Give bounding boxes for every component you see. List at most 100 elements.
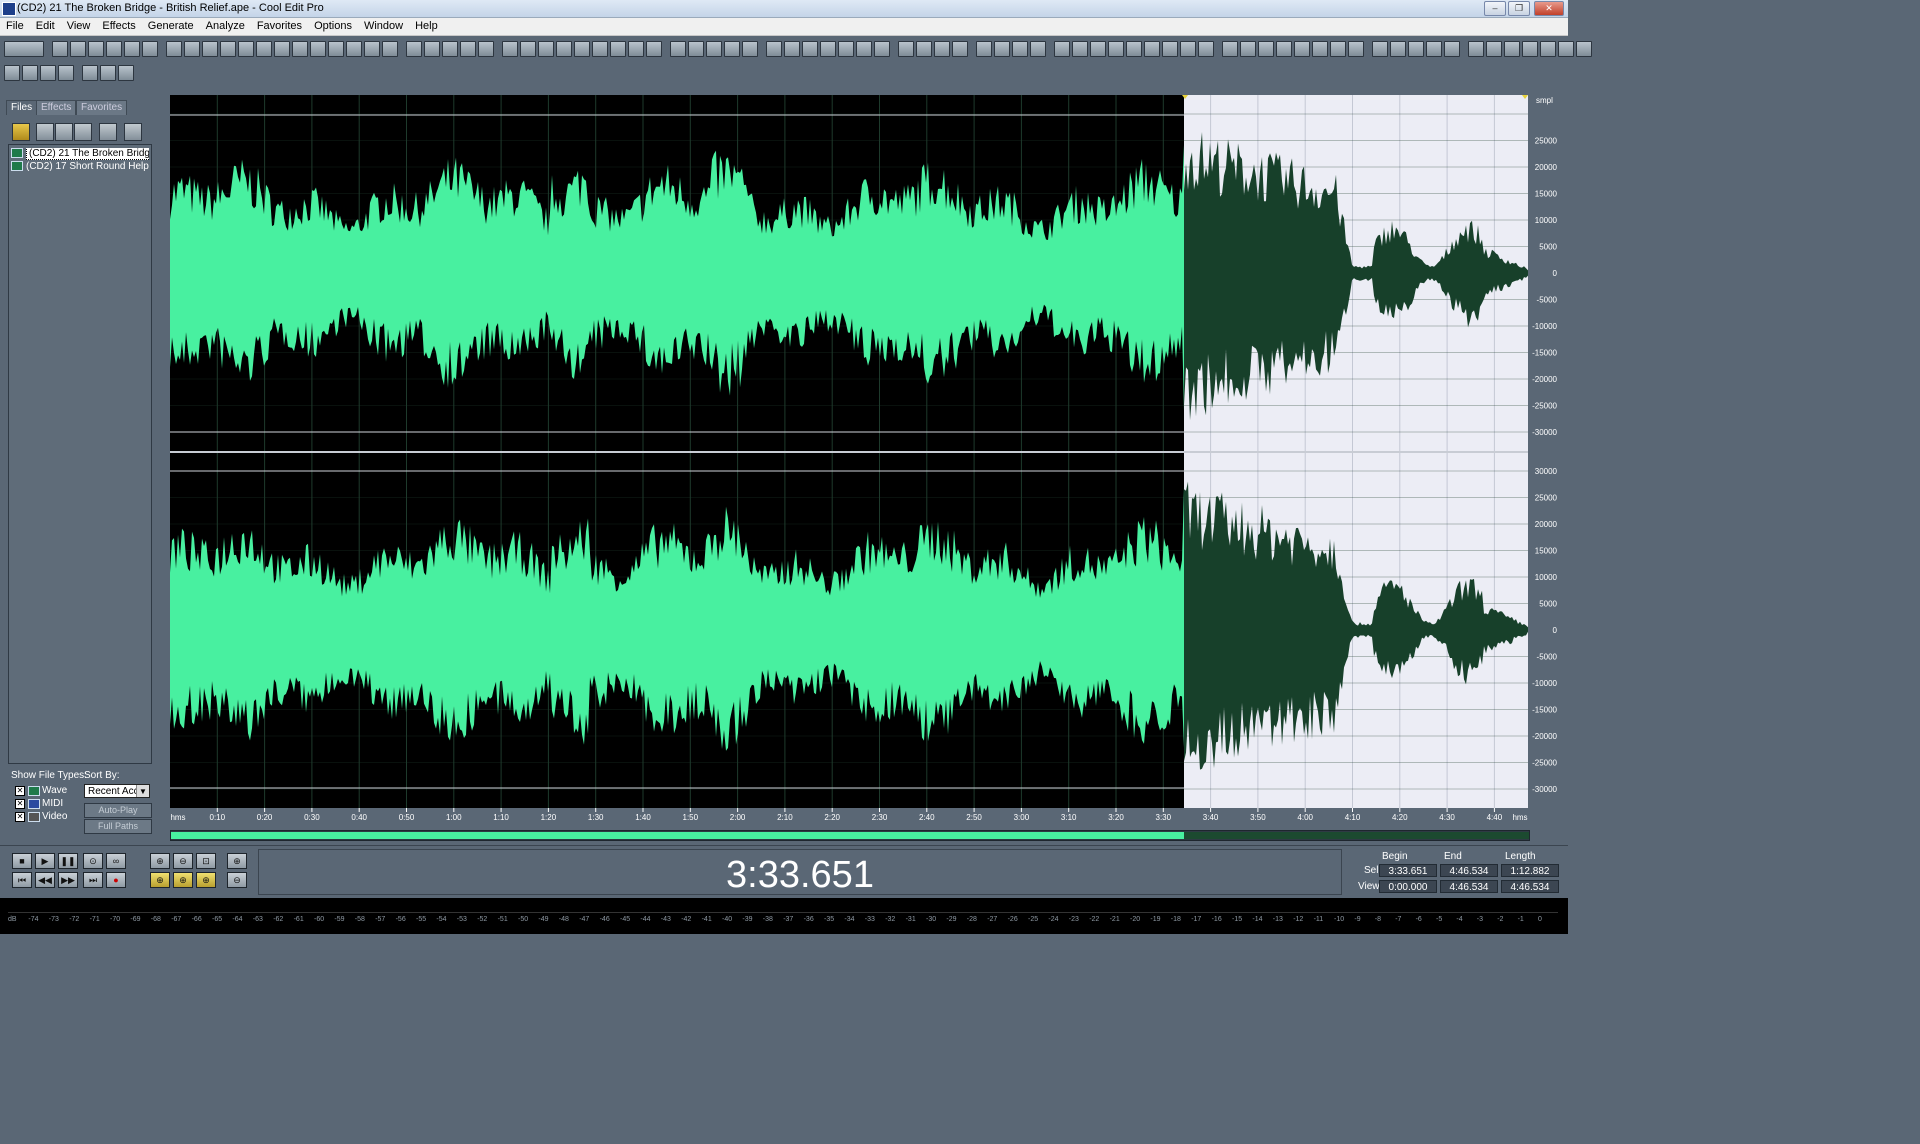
- toolbar-icon[interactable]: [574, 41, 590, 57]
- go-to-end-button[interactable]: ⏭: [83, 872, 103, 888]
- close-button[interactable]: ✕: [1534, 1, 1564, 16]
- toolbar-icon[interactable]: [856, 41, 872, 57]
- view-begin-field[interactable]: 0:00.000: [1379, 880, 1437, 893]
- toolbar-icon[interactable]: [1504, 41, 1520, 57]
- toolbar-icon[interactable]: [874, 41, 890, 57]
- toolbar-icon[interactable]: [4, 65, 20, 81]
- tab-effects[interactable]: Effects: [36, 100, 77, 115]
- menu-analyze[interactable]: Analyze: [200, 18, 251, 32]
- toolbar-icon[interactable]: [1108, 41, 1124, 57]
- toolbar-icon[interactable]: [1258, 41, 1274, 57]
- sel-end-field[interactable]: 4:46.534: [1440, 864, 1498, 877]
- zoom-in-vertical-icon[interactable]: ⊕: [227, 853, 247, 869]
- toolbar-icon[interactable]: [1576, 41, 1592, 57]
- toolbar-icon[interactable]: [406, 41, 422, 57]
- toolbar-icon[interactable]: [742, 41, 758, 57]
- toolbar-icon[interactable]: [52, 41, 68, 57]
- toolbar-icon[interactable]: [934, 41, 950, 57]
- toolbar-icon[interactable]: [952, 41, 968, 57]
- video-checkbox[interactable]: ✕: [15, 812, 25, 822]
- overview-bar[interactable]: [170, 830, 1530, 841]
- zoom-full-icon[interactable]: ⊡: [196, 853, 216, 869]
- toolbar-icon[interactable]: [1372, 41, 1388, 57]
- open-folder-icon[interactable]: [12, 123, 30, 141]
- toolbar-icon[interactable]: [628, 41, 644, 57]
- toolbar-icon[interactable]: [1522, 41, 1538, 57]
- view-length-field[interactable]: 4:46.534: [1501, 880, 1559, 893]
- toolbar-icon[interactable]: [100, 65, 116, 81]
- toolbar-icon[interactable]: [1276, 41, 1292, 57]
- toolbar-icon[interactable]: [1390, 41, 1406, 57]
- waveform-canvas[interactable]: smpl 25000 20000 15000 10000 5000 0 -5000 -10000…: [170, 95, 1560, 825]
- menu-favorites[interactable]: Favorites: [251, 18, 308, 32]
- toolbar-icon[interactable]: [1240, 41, 1256, 57]
- toolbar-icon[interactable]: [124, 41, 140, 57]
- list-item[interactable]: (CD2) 17 Short Round Help...: [11, 161, 149, 173]
- stop-button[interactable]: ■: [12, 853, 32, 869]
- menu-effects[interactable]: Effects: [96, 18, 141, 32]
- toolbar-icon[interactable]: [1222, 41, 1238, 57]
- toolbar-icon[interactable]: [976, 41, 992, 57]
- rewind-button[interactable]: ◀◀: [35, 872, 55, 888]
- toolbar-icon[interactable]: [898, 41, 914, 57]
- toolbar-icon[interactable]: [1030, 41, 1046, 57]
- insert-multitrack-icon[interactable]: [55, 123, 73, 141]
- help-icon[interactable]: [124, 123, 142, 141]
- toolbar-icon[interactable]: [820, 41, 836, 57]
- toolbar-icon[interactable]: [502, 41, 518, 57]
- toolbar-icon[interactable]: [1348, 41, 1364, 57]
- pause-button[interactable]: ❚❚: [58, 853, 78, 869]
- menu-window[interactable]: Window: [358, 18, 409, 32]
- toolbar-icon[interactable]: [1486, 41, 1502, 57]
- toolbar-icon[interactable]: [58, 65, 74, 81]
- toolbar-icon[interactable]: [1198, 41, 1214, 57]
- menu-file[interactable]: File: [0, 18, 30, 32]
- toolbar-icon[interactable]: [220, 41, 236, 57]
- list-item[interactable]: (CD2) 21 The Broken Bridg...: [11, 148, 149, 160]
- auto-play-button[interactable]: Auto-Play: [84, 803, 152, 818]
- toolbar-icon[interactable]: [238, 41, 254, 57]
- maximize-button[interactable]: ❐: [1508, 1, 1530, 16]
- sort-by-select[interactable]: Recent Acc ▼: [84, 784, 150, 798]
- play-button[interactable]: ▶: [35, 853, 55, 869]
- toolbar-icon[interactable]: [184, 41, 200, 57]
- zoom-to-right-icon[interactable]: ⊕: [173, 872, 193, 888]
- menu-view[interactable]: View: [61, 18, 97, 32]
- toolbar-icon[interactable]: [646, 41, 662, 57]
- waveform-display[interactable]: smpl 25000 20000 15000 10000 5000 0 -5000 -10000…: [170, 95, 1560, 825]
- toolbar-icon[interactable]: [364, 41, 380, 57]
- zoom-out-vertical-icon[interactable]: ⊖: [227, 872, 247, 888]
- toolbar-icon[interactable]: [166, 41, 182, 57]
- toolbar-icon[interactable]: [670, 41, 686, 57]
- toolbar-icon[interactable]: [1090, 41, 1106, 57]
- toolbar-icon[interactable]: [274, 41, 290, 57]
- zoom-selection-icon[interactable]: ⊕: [196, 872, 216, 888]
- toolbar-icon[interactable]: [460, 41, 476, 57]
- tab-favorites[interactable]: Favorites: [76, 100, 128, 115]
- toolbar-icon[interactable]: [802, 41, 818, 57]
- toolbar-icon[interactable]: [142, 41, 158, 57]
- toolbar-icon[interactable]: [520, 41, 536, 57]
- toolbar-icon[interactable]: [610, 41, 626, 57]
- toolbar-icon[interactable]: [538, 41, 554, 57]
- toolbar-icon[interactable]: [382, 41, 398, 57]
- menu-edit[interactable]: Edit: [30, 18, 61, 32]
- wave-checkbox[interactable]: ✕: [15, 786, 25, 796]
- menu-help[interactable]: Help: [409, 18, 444, 32]
- zoom-to-left-icon[interactable]: ⊕: [150, 872, 170, 888]
- toolbar-icon[interactable]: [328, 41, 344, 57]
- full-paths-button[interactable]: Full Paths: [84, 819, 152, 834]
- toolbar-icon[interactable]: [4, 41, 44, 57]
- toolbar-icon[interactable]: [916, 41, 932, 57]
- toolbar-icon[interactable]: [1330, 41, 1346, 57]
- view-end-field[interactable]: 4:46.534: [1440, 880, 1498, 893]
- toolbar-icon[interactable]: [838, 41, 854, 57]
- toolbar-icon[interactable]: [1444, 41, 1460, 57]
- menu-options[interactable]: Options: [308, 18, 358, 32]
- insert-cd-icon[interactable]: [74, 123, 92, 141]
- toolbar-icon[interactable]: [292, 41, 308, 57]
- toolbar-icon[interactable]: [70, 41, 86, 57]
- toolbar-icon[interactable]: [442, 41, 458, 57]
- toolbar-icon[interactable]: [1054, 41, 1070, 57]
- toolbar-icon[interactable]: [994, 41, 1010, 57]
